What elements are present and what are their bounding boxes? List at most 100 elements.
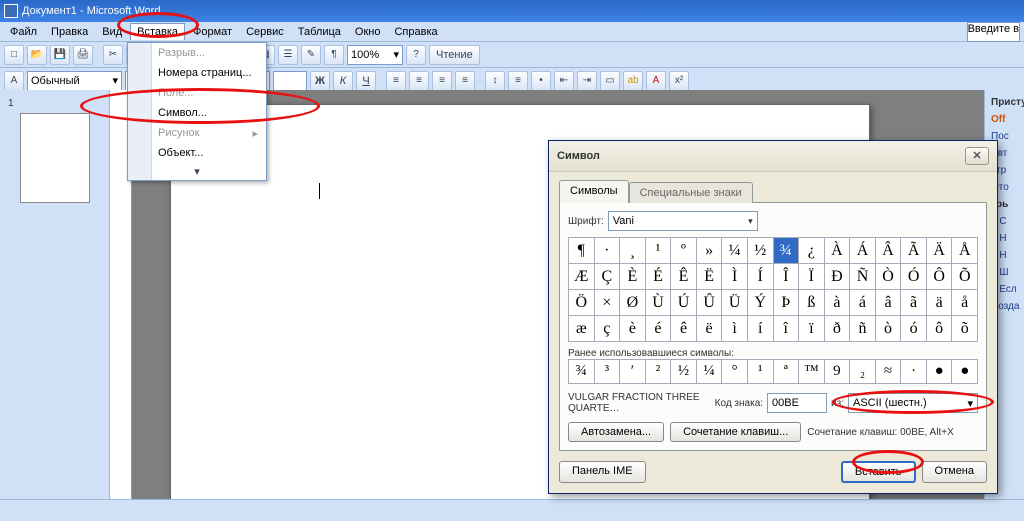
- char-cell[interactable]: Ò: [876, 264, 902, 290]
- shortcut-button[interactable]: Сочетание клавиш...: [670, 422, 801, 442]
- char-cell[interactable]: ì: [722, 316, 748, 342]
- bold-icon[interactable]: Ж: [310, 71, 330, 91]
- insert-picture[interactable]: Рисунок▸: [128, 123, 266, 143]
- recent-cell[interactable]: ¼: [697, 360, 723, 384]
- char-cell[interactable]: Ü: [722, 290, 748, 316]
- char-cell[interactable]: ¸: [620, 238, 646, 264]
- char-cell[interactable]: Ê: [671, 264, 697, 290]
- char-cell[interactable]: î: [774, 316, 800, 342]
- char-cell[interactable]: é: [646, 316, 672, 342]
- menu-insert[interactable]: Вставка: [130, 23, 185, 40]
- menu-edit[interactable]: Правка: [45, 24, 94, 40]
- insert-page-numbers[interactable]: Номера страниц...: [128, 63, 266, 83]
- char-cell[interactable]: »: [697, 238, 723, 264]
- recent-cell[interactable]: °: [722, 360, 748, 384]
- char-cell[interactable]: ¿: [799, 238, 825, 264]
- tab-symbols[interactable]: Символы: [559, 180, 629, 203]
- menu-format[interactable]: Формат: [187, 24, 238, 40]
- char-cell[interactable]: ð: [825, 316, 851, 342]
- char-cell[interactable]: Å: [952, 238, 978, 264]
- print-icon[interactable]: 🖨: [73, 45, 93, 65]
- char-cell[interactable]: ñ: [850, 316, 876, 342]
- reading-button[interactable]: Чтение: [429, 45, 480, 65]
- recent-cell[interactable]: ●: [952, 360, 978, 384]
- insert-symbol[interactable]: Символ...: [128, 103, 266, 123]
- recent-cell[interactable]: 9: [825, 360, 851, 384]
- page-thumbnail-1[interactable]: [20, 113, 90, 203]
- char-cell[interactable]: Â: [876, 238, 902, 264]
- align-center-icon[interactable]: ≡: [409, 71, 429, 91]
- help-icon[interactable]: ?: [406, 45, 426, 65]
- menu-file[interactable]: Файл: [4, 24, 43, 40]
- font-combo[interactable]: Vani▾: [608, 211, 758, 231]
- char-cell[interactable]: ç: [595, 316, 621, 342]
- borders-icon[interactable]: ▭: [600, 71, 620, 91]
- char-cell[interactable]: ¼: [722, 238, 748, 264]
- char-cell[interactable]: Ç: [595, 264, 621, 290]
- char-cell[interactable]: Ë: [697, 264, 723, 290]
- char-cell[interactable]: Ö: [569, 290, 595, 316]
- drawing-icon[interactable]: ✎: [301, 45, 321, 65]
- char-cell[interactable]: ó: [901, 316, 927, 342]
- menu-table[interactable]: Таблица: [292, 24, 347, 40]
- zoom-combo[interactable]: 100%▾: [347, 45, 403, 65]
- menu-view[interactable]: Вид: [96, 24, 128, 40]
- menu-service[interactable]: Сервис: [240, 24, 290, 40]
- underline-icon[interactable]: Ч: [356, 71, 376, 91]
- char-cell[interactable]: À: [825, 238, 851, 264]
- menu-expand-chevron[interactable]: ▾: [128, 163, 266, 180]
- char-cell[interactable]: å: [952, 290, 978, 316]
- code-input[interactable]: 00BE: [767, 393, 827, 413]
- char-cell[interactable]: Ð: [825, 264, 851, 290]
- char-cell[interactable]: ½: [748, 238, 774, 264]
- menu-help[interactable]: Справка: [388, 24, 443, 40]
- tab-special[interactable]: Специальные знаки: [629, 182, 753, 203]
- italic-icon[interactable]: К: [333, 71, 353, 91]
- numbered-list-icon[interactable]: ≡: [508, 71, 528, 91]
- char-cell[interactable]: Ø: [620, 290, 646, 316]
- recent-cell[interactable]: ³: [595, 360, 621, 384]
- align-right-icon[interactable]: ≡: [432, 71, 452, 91]
- char-cell[interactable]: ë: [697, 316, 723, 342]
- char-cell[interactable]: Ó: [901, 264, 927, 290]
- font-size-combo[interactable]: [273, 71, 307, 91]
- autoreplace-button[interactable]: Автозамена...: [568, 422, 664, 442]
- char-cell[interactable]: Ï: [799, 264, 825, 290]
- font-color-icon[interactable]: A: [646, 71, 666, 91]
- recent-cell[interactable]: ′: [620, 360, 646, 384]
- align-justify-icon[interactable]: ≡: [455, 71, 475, 91]
- char-cell[interactable]: á: [850, 290, 876, 316]
- menu-window[interactable]: Окно: [349, 24, 387, 40]
- char-cell[interactable]: Þ: [774, 290, 800, 316]
- char-cell[interactable]: Ú: [671, 290, 697, 316]
- new-doc-icon[interactable]: □: [4, 45, 24, 65]
- char-cell[interactable]: Í: [748, 264, 774, 290]
- bullet-list-icon[interactable]: •: [531, 71, 551, 91]
- char-cell[interactable]: Õ: [952, 264, 978, 290]
- char-cell[interactable]: õ: [952, 316, 978, 342]
- char-cell[interactable]: ô: [927, 316, 953, 342]
- char-cell[interactable]: Ñ: [850, 264, 876, 290]
- char-cell[interactable]: Ý: [748, 290, 774, 316]
- recent-cell[interactable]: ·: [901, 360, 927, 384]
- char-cell[interactable]: ê: [671, 316, 697, 342]
- styles-pane-icon[interactable]: A: [4, 71, 24, 91]
- insert-button[interactable]: Вставить: [841, 461, 916, 483]
- char-cell[interactable]: Ù: [646, 290, 672, 316]
- ime-button[interactable]: Панель IME: [559, 461, 646, 483]
- cut-icon[interactable]: ✂: [103, 45, 123, 65]
- char-cell[interactable]: ß: [799, 290, 825, 316]
- char-cell[interactable]: ¾: [774, 238, 800, 264]
- char-cell[interactable]: É: [646, 264, 672, 290]
- char-cell[interactable]: â: [876, 290, 902, 316]
- para-icon[interactable]: ¶: [324, 45, 344, 65]
- char-cell[interactable]: º: [671, 238, 697, 264]
- char-cell[interactable]: ×: [595, 290, 621, 316]
- char-cell[interactable]: Á: [850, 238, 876, 264]
- char-cell[interactable]: ã: [901, 290, 927, 316]
- highlight-icon[interactable]: ab: [623, 71, 643, 91]
- char-cell[interactable]: ·: [595, 238, 621, 264]
- char-cell[interactable]: Ì: [722, 264, 748, 290]
- char-cell[interactable]: È: [620, 264, 646, 290]
- char-cell[interactable]: Ã: [901, 238, 927, 264]
